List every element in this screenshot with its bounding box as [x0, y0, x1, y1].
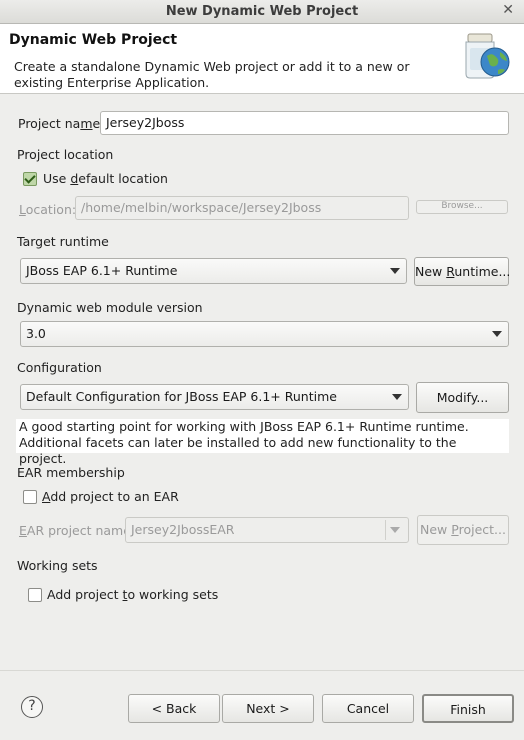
- add-to-working-sets-label: Add project to working sets: [47, 587, 219, 602]
- web-project-jar-icon: [465, 33, 510, 79]
- back-button[interactable]: < Back: [128, 694, 220, 723]
- page-description: Create a standalone Dynamic Web project …: [14, 59, 410, 90]
- target-runtime-heading: Target runtime: [17, 234, 109, 249]
- configuration-heading: Configuration: [17, 360, 102, 375]
- modify-button[interactable]: Modify...: [416, 382, 509, 413]
- page-title: Dynamic Web Project: [9, 32, 178, 48]
- cancel-button[interactable]: Cancel: [322, 694, 414, 723]
- location-input[interactable]: /home/melbin/workspace/Jersey2Jboss: [75, 196, 409, 220]
- chevron-down-icon: [390, 527, 400, 533]
- ear-project-name-label: EAR project name:: [19, 523, 136, 538]
- configuration-select[interactable]: Default Configuration for JBoss EAP 6.1+…: [20, 384, 409, 410]
- add-to-ear-label: Add project to an EAR: [42, 489, 179, 504]
- new-ear-project-button[interactable]: New Project...: [417, 515, 509, 545]
- add-to-ear-checkbox[interactable]: [23, 490, 37, 504]
- chevron-down-icon: [390, 268, 400, 274]
- use-default-location-checkbox[interactable]: [23, 172, 37, 186]
- chevron-down-icon: [492, 331, 502, 337]
- add-to-working-sets-checkbox[interactable]: [28, 588, 42, 602]
- use-default-location-label: Use default location: [43, 171, 168, 186]
- ear-membership-heading: EAR membership: [17, 465, 125, 480]
- help-icon[interactable]: ?: [21, 696, 43, 718]
- module-version-select[interactable]: 3.0: [20, 321, 509, 347]
- close-icon[interactable]: ✕: [502, 2, 514, 18]
- ear-project-name-value: Jersey2JbossEAR: [131, 522, 235, 537]
- location-label: Location:: [19, 202, 77, 217]
- chevron-down-icon: [392, 394, 402, 400]
- ear-project-name-select[interactable]: Jersey2JbossEAR: [125, 517, 409, 543]
- target-runtime-value: JBoss EAP 6.1+ Runtime: [26, 263, 178, 278]
- new-runtime-button[interactable]: New Runtime...: [414, 257, 510, 286]
- module-version-value: 3.0: [26, 326, 46, 341]
- module-version-heading: Dynamic web module version: [17, 300, 203, 315]
- footer-divider: [0, 670, 524, 671]
- next-button[interactable]: Next >: [222, 694, 314, 723]
- browse-button[interactable]: Browse...: [416, 200, 508, 214]
- title-bar: New Dynamic Web Project ✕: [0, 0, 524, 24]
- project-name-input[interactable]: Jersey2Jboss: [100, 111, 509, 135]
- configuration-value: Default Configuration for JBoss EAP 6.1+…: [26, 389, 337, 404]
- project-location-heading: Project location: [17, 147, 114, 162]
- finish-button[interactable]: Finish: [422, 694, 514, 723]
- project-name-label: Project name:: [18, 116, 105, 131]
- window-title: New Dynamic Web Project: [165, 4, 359, 19]
- configuration-description: A good starting point for working with J…: [16, 419, 509, 466]
- working-sets-heading: Working sets: [17, 558, 98, 573]
- header-banner: Dynamic Web Project Create a standalone …: [0, 24, 524, 94]
- target-runtime-select[interactable]: JBoss EAP 6.1+ Runtime: [20, 258, 407, 284]
